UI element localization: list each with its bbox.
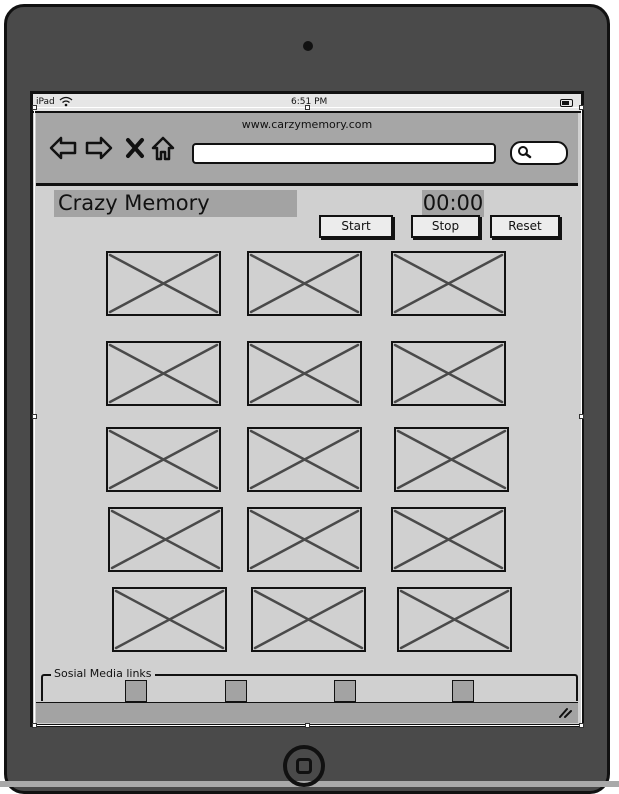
memory-card[interactable]: [106, 341, 221, 406]
image-placeholder-icon: [253, 589, 364, 650]
status-device: iPad: [36, 97, 55, 107]
search-button[interactable]: [510, 141, 568, 165]
image-placeholder-icon: [393, 253, 504, 314]
image-placeholder-icon: [108, 429, 219, 490]
image-placeholder-icon: [396, 429, 507, 490]
image-placeholder-icon: [249, 343, 360, 404]
social-link-1[interactable]: [125, 680, 147, 702]
memory-card[interactable]: [106, 251, 221, 316]
screen: iPad 6:51 PM www.carzymemory.com Crazy M…: [30, 91, 584, 727]
memory-card[interactable]: [106, 427, 221, 492]
memory-card[interactable]: [391, 507, 506, 572]
selection-handle[interactable]: [32, 105, 37, 110]
selection-handle[interactable]: [32, 414, 37, 419]
image-placeholder-icon: [399, 589, 510, 650]
image-placeholder-icon: [108, 253, 219, 314]
image-placeholder-icon: [249, 253, 360, 314]
memory-card[interactable]: [108, 507, 223, 572]
memory-card[interactable]: [247, 341, 362, 406]
forward-arrow-icon[interactable]: [85, 136, 113, 160]
browser-bar: www.carzymemory.com: [36, 113, 578, 186]
selection-handle[interactable]: [32, 723, 37, 728]
status-bar: iPad 6:51 PM: [33, 94, 581, 113]
memory-card[interactable]: [112, 587, 227, 652]
resize-handle-icon[interactable]: [558, 706, 572, 718]
stop-button[interactable]: Stop: [411, 215, 480, 238]
wifi-icon: [59, 96, 73, 107]
image-placeholder-icon: [108, 343, 219, 404]
image-placeholder-icon: [110, 509, 221, 570]
home-button[interactable]: [283, 745, 325, 787]
social-link-3[interactable]: [334, 680, 356, 702]
home-icon[interactable]: [150, 136, 176, 162]
image-placeholder-icon: [114, 589, 225, 650]
image-placeholder-icon: [249, 429, 360, 490]
home-button-square: [296, 758, 312, 774]
close-icon[interactable]: [125, 136, 145, 160]
memory-card[interactable]: [391, 341, 506, 406]
image-placeholder-icon: [393, 509, 504, 570]
selection-handle[interactable]: [305, 105, 310, 110]
selection-handle[interactable]: [579, 105, 584, 110]
selection-handle[interactable]: [579, 414, 584, 419]
memory-card[interactable]: [251, 587, 366, 652]
search-icon: [518, 146, 532, 159]
footer-bar: [36, 702, 578, 723]
social-links-legend: Sosial Media links: [51, 667, 155, 680]
start-button[interactable]: Start: [319, 215, 393, 238]
memory-card[interactable]: [247, 251, 362, 316]
memory-card[interactable]: [247, 507, 362, 572]
address-bar[interactable]: [192, 143, 496, 164]
url-label: www.carzymemory.com: [241, 118, 373, 131]
selection-handle[interactable]: [305, 723, 310, 728]
memory-card[interactable]: [397, 587, 512, 652]
back-arrow-icon[interactable]: [49, 136, 77, 160]
social-link-4[interactable]: [452, 680, 474, 702]
reset-button[interactable]: Reset: [490, 215, 560, 238]
camera-dot: [303, 41, 313, 51]
memory-card[interactable]: [391, 251, 506, 316]
image-placeholder-icon: [249, 509, 360, 570]
battery-icon: [560, 99, 573, 107]
selection-handle[interactable]: [579, 723, 584, 728]
image-placeholder-icon: [393, 343, 504, 404]
memory-card[interactable]: [394, 427, 509, 492]
page-title: Crazy Memory: [54, 190, 297, 217]
memory-card[interactable]: [247, 427, 362, 492]
timer-display: 00:00: [422, 190, 484, 217]
social-link-2[interactable]: [225, 680, 247, 702]
